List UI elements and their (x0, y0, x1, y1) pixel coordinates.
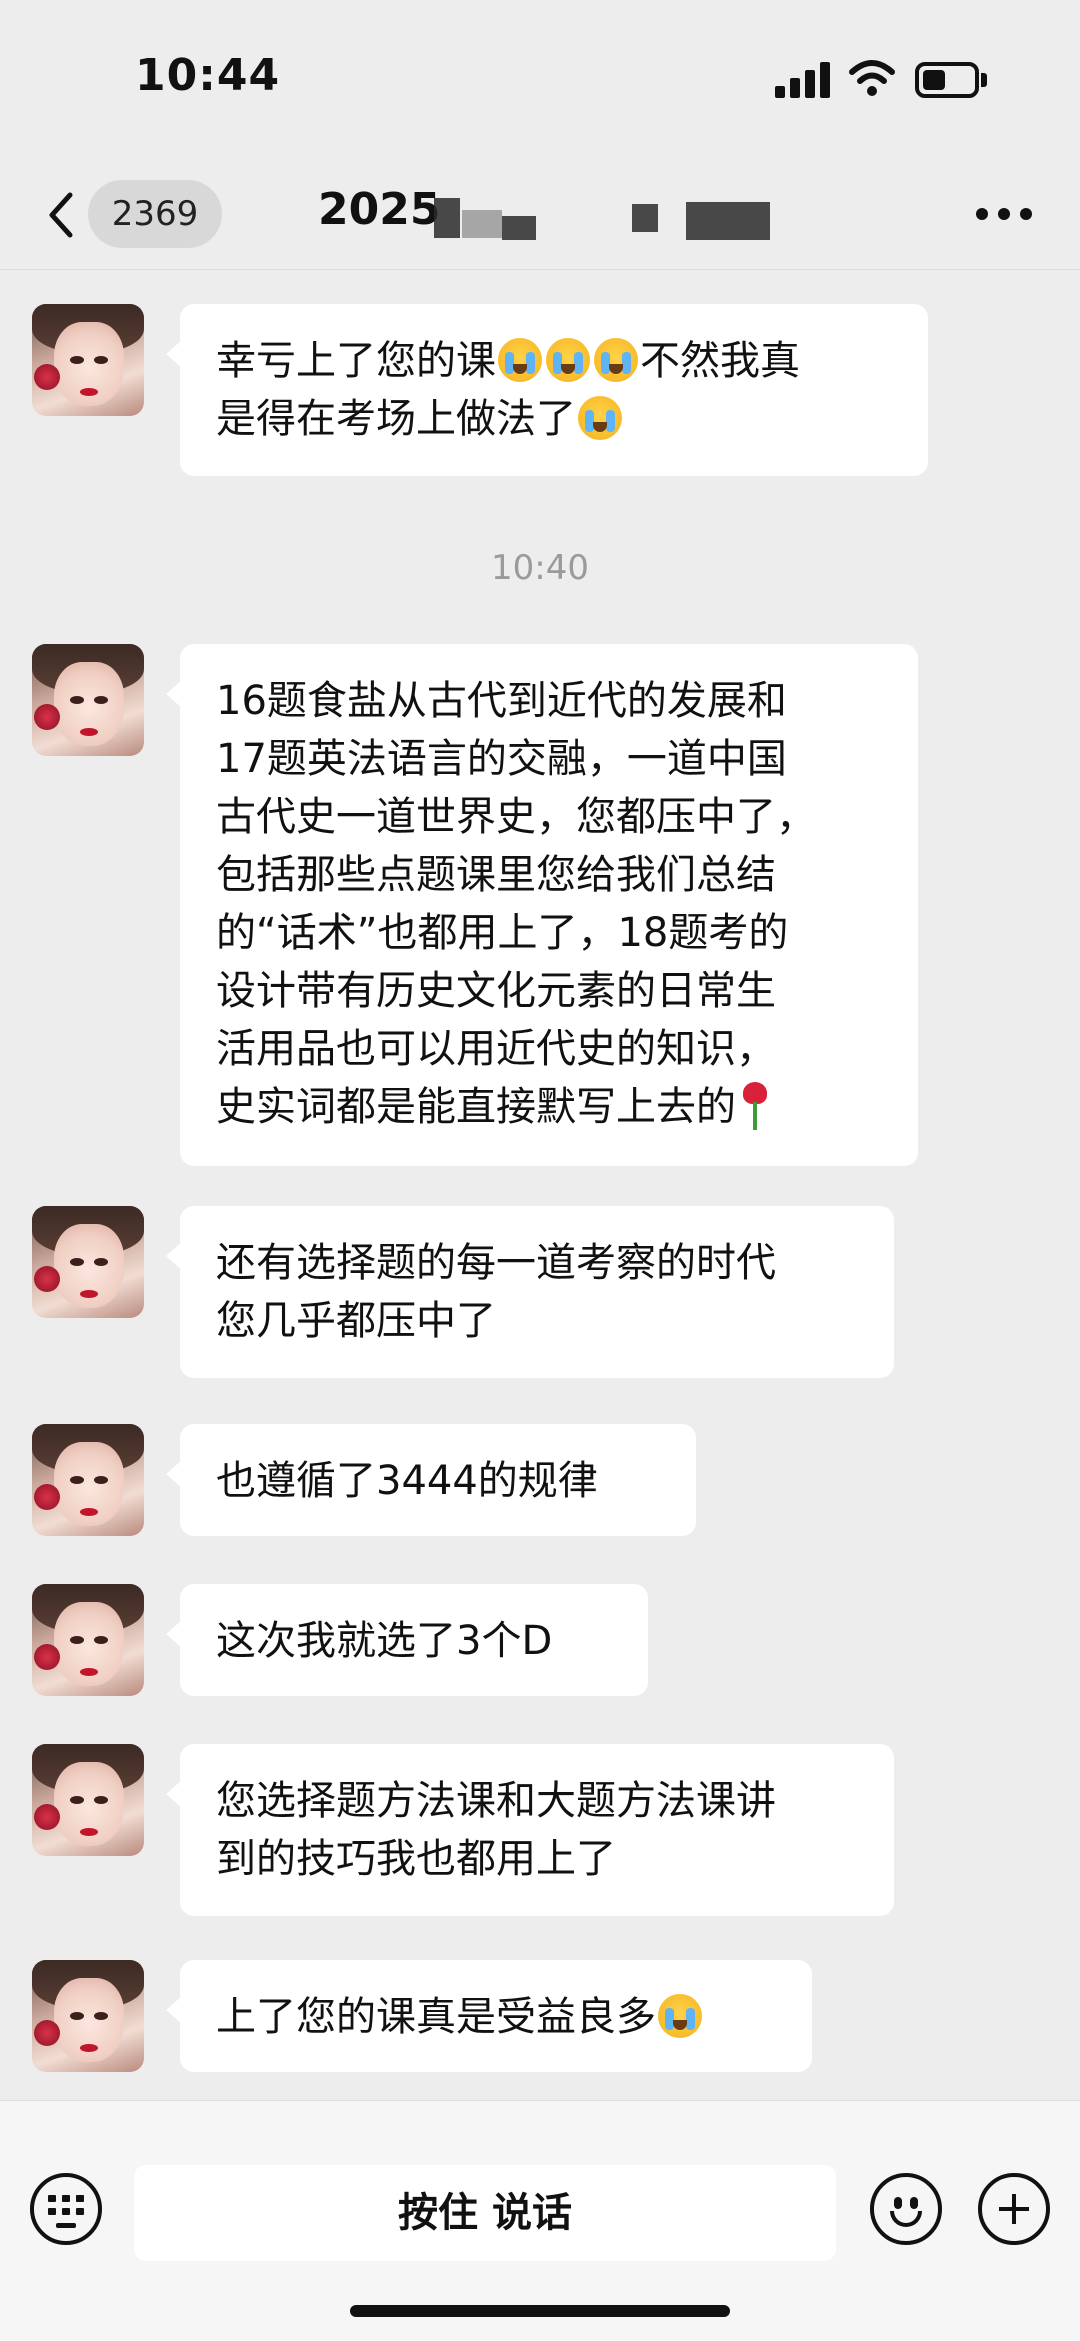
wifi-icon (849, 60, 895, 96)
redacted-title-block (434, 198, 460, 238)
message-bubble[interactable]: 还有选择题的每一道考察的时代 您几乎都压中了 (166, 1206, 894, 1378)
message-line: 您选择题方法课和大题方法课讲 (216, 1778, 776, 1824)
message-line: 史实词都是能直接默写上去的 (216, 1084, 736, 1130)
message-text: 幸亏上了您的课 (216, 338, 496, 384)
message-line: 也遵循了3444的规律 (216, 1458, 598, 1504)
avatar[interactable] (32, 1206, 144, 1318)
message-line: 还有选择题的每一道考察的时代 (216, 1240, 776, 1286)
chat-header: 2369 2025 (0, 160, 1080, 270)
message-line: 这次我就选了3个D (216, 1618, 553, 1664)
smiley-icon[interactable] (870, 2173, 942, 2245)
message-bubble[interactable]: 上了您的课真是受益良多 (166, 1960, 812, 2072)
redacted-title-block (502, 216, 536, 240)
message-line: 包括那些点题课里您给我们总结 (216, 852, 776, 898)
status-bar: 10:44 (0, 0, 1080, 160)
message-line: 17题英法语言的交融，一道中国 (216, 736, 787, 782)
loudly-crying-face-icon (498, 338, 542, 382)
chat-title: 2025 (318, 184, 440, 235)
redacted-title-block (462, 210, 502, 238)
loudly-crying-face-icon (594, 338, 638, 382)
message-line: 的“话术”也都用上了，18题考的 (216, 910, 789, 956)
message-bubble[interactable]: 这次我就选了3个D (166, 1584, 648, 1696)
message-bubble[interactable]: 16题食盐从古代到近代的发展和 17题英法语言的交融，一道中国 古代史一道世界史… (166, 644, 918, 1166)
avatar[interactable] (32, 1584, 144, 1696)
keyboard-icon[interactable] (30, 2173, 102, 2245)
message-line: 到的技巧我也都用上了 (216, 1836, 616, 1882)
avatar[interactable] (32, 1424, 144, 1536)
message-bubble[interactable]: 也遵循了3444的规律 (166, 1424, 696, 1536)
plus-icon[interactable] (978, 2173, 1050, 2245)
chat-timestamp: 10:40 (491, 548, 589, 588)
avatar[interactable] (32, 1960, 144, 2072)
loudly-crying-face-icon (658, 1994, 702, 2038)
status-time: 10:44 (135, 50, 281, 101)
redacted-title-block (686, 202, 770, 240)
message-bubble[interactable]: 幸亏上了您的课 不然我真是得在考场上做法了 (166, 304, 928, 476)
message-line: 上了您的课真是受益良多 (216, 1994, 656, 2040)
unread-count-badge[interactable]: 2369 (88, 180, 222, 248)
chevron-left-icon[interactable] (42, 185, 82, 245)
message-text: 是得在考场上做法了 (216, 396, 576, 442)
avatar[interactable] (32, 1744, 144, 1856)
message-line: 活用品也可以用近代史的知识， (216, 1026, 776, 1072)
message-line: 您几乎都压中了 (216, 1298, 496, 1344)
chat-screen: 10:44 2369 2025 幸亏上了您的课 不然我真 是得在考场上做法了 1… (0, 0, 1080, 2341)
avatar[interactable] (32, 304, 144, 416)
loudly-crying-face-icon (546, 338, 590, 382)
message-bubble[interactable]: 您选择题方法课和大题方法课讲 到的技巧我也都用上了 (166, 1744, 894, 1916)
message-line: 古代史一道世界史，您都压中了， (216, 794, 816, 840)
chat-title-text: 2025 (318, 184, 441, 235)
more-icon[interactable] (976, 208, 1032, 222)
battery-icon (915, 62, 987, 98)
message-line: 16题食盐从古代到近代的发展和 (216, 678, 787, 724)
hold-to-talk-button[interactable]: 按住 说话 (134, 2165, 836, 2261)
message-line-last: 史实词都是能直接默写上去的 (216, 1078, 882, 1136)
home-indicator (350, 2305, 730, 2317)
signal-icon (775, 62, 831, 98)
rose-icon (740, 1082, 770, 1130)
loudly-crying-face-icon (578, 396, 622, 440)
message-line: 设计带有历史文化元素的日常生 (216, 968, 776, 1014)
avatar[interactable] (32, 644, 144, 756)
message-text: 不然我真 (640, 338, 800, 384)
redacted-title-block (632, 204, 658, 232)
